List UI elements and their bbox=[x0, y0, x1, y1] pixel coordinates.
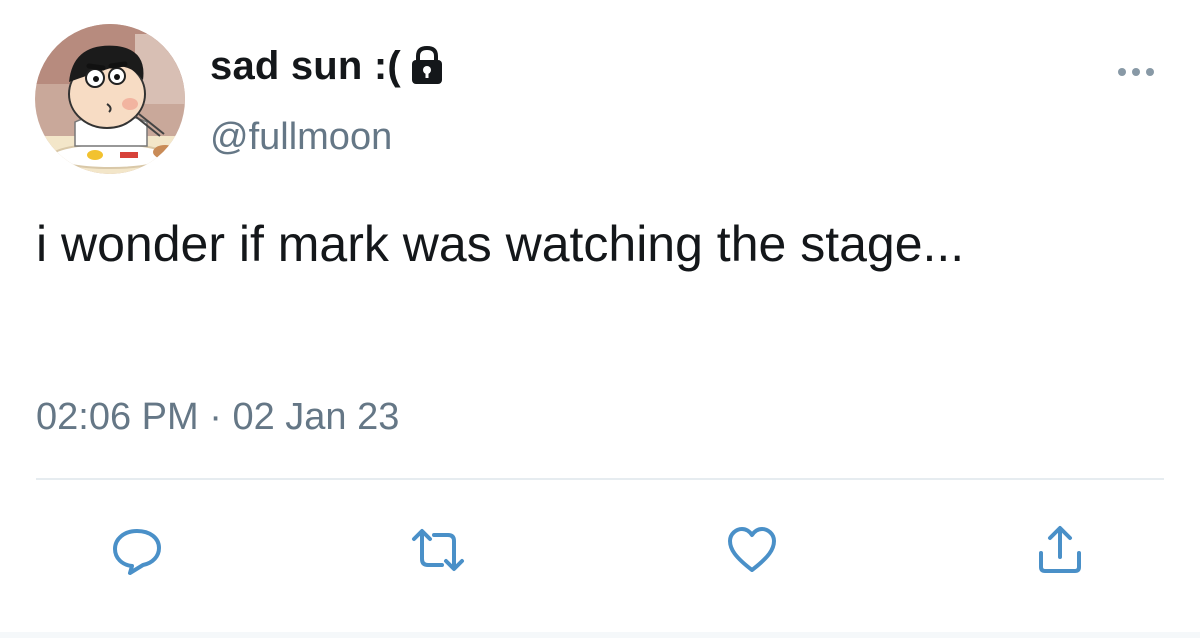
avatar-image bbox=[35, 24, 185, 174]
heart-icon bbox=[728, 527, 776, 572]
retweet-button[interactable] bbox=[408, 520, 468, 580]
like-button[interactable] bbox=[722, 520, 782, 580]
avatar[interactable] bbox=[35, 24, 185, 174]
tweet-actions bbox=[0, 520, 1200, 582]
more-icon[interactable] bbox=[1114, 62, 1158, 82]
tweet-text: i wonder if mark was watching the stage.… bbox=[36, 216, 965, 272]
divider bbox=[36, 478, 1164, 480]
share-icon bbox=[1039, 526, 1081, 573]
reply-button[interactable] bbox=[107, 520, 167, 580]
tweet-date[interactable]: 02 Jan 23 bbox=[232, 396, 399, 438]
timestamp-separator: · bbox=[209, 396, 222, 438]
bottom-border bbox=[0, 632, 1200, 638]
display-name[interactable]: sad sun :( bbox=[210, 44, 401, 89]
share-button[interactable] bbox=[1030, 520, 1090, 580]
tweet-time[interactable]: 02:06 PM bbox=[36, 396, 199, 438]
tweet-timestamp[interactable]: 02:06 PM · 02 Jan 23 bbox=[36, 396, 399, 439]
user-handle[interactable]: @fullmoon bbox=[210, 116, 392, 159]
reply-icon bbox=[113, 529, 161, 575]
lock-icon bbox=[407, 45, 447, 87]
retweet-icon bbox=[412, 529, 464, 571]
user-name-row[interactable]: sad sun :( bbox=[210, 40, 447, 92]
